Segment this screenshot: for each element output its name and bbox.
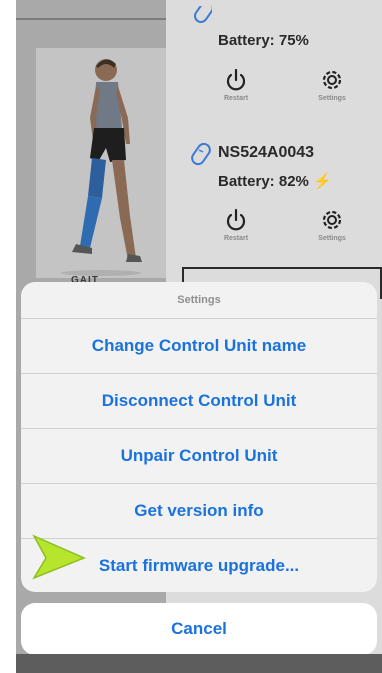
- restart-label: Restart: [223, 235, 249, 242]
- action-sheet-title: Settings: [21, 282, 377, 319]
- power-icon: [226, 68, 246, 91]
- divider: [16, 18, 166, 20]
- bottom-bar: [16, 654, 382, 673]
- restart-button[interactable]: Restart: [206, 68, 266, 102]
- restart-label: Restart: [223, 95, 249, 102]
- battery-status: Battery: 75%: [218, 32, 309, 49]
- battery-status: Battery: 82% ⚡: [218, 172, 332, 190]
- gear-icon: [322, 210, 342, 230]
- sensor-icon: [191, 142, 211, 166]
- battery-text: Battery: 75%: [218, 32, 309, 49]
- walking-figure-image: [61, 59, 142, 276]
- disconnect-control-unit-option[interactable]: Disconnect Control Unit: [21, 374, 377, 429]
- settings-label: Settings: [318, 95, 346, 102]
- unpair-control-unit-option[interactable]: Unpair Control Unit: [21, 429, 377, 484]
- cancel-button[interactable]: Cancel: [21, 603, 377, 655]
- settings-button[interactable]: Settings: [302, 208, 362, 242]
- gear-icon: [322, 70, 342, 90]
- change-control-unit-name-option[interactable]: Change Control Unit name: [21, 319, 377, 374]
- get-version-info-option[interactable]: Get version info: [21, 484, 377, 539]
- charging-bolt-icon: ⚡: [313, 173, 332, 190]
- settings-button[interactable]: Settings: [302, 68, 362, 102]
- power-icon: [226, 208, 246, 231]
- settings-label: Settings: [318, 235, 346, 242]
- device-name: NS524A0043: [218, 144, 315, 161]
- gait-figure-card: [36, 48, 166, 278]
- battery-text: Battery: 82%: [218, 173, 309, 190]
- sensor-icon: [194, 6, 212, 23]
- arrow-pointer-icon: [32, 534, 86, 580]
- restart-button[interactable]: Restart: [206, 208, 266, 242]
